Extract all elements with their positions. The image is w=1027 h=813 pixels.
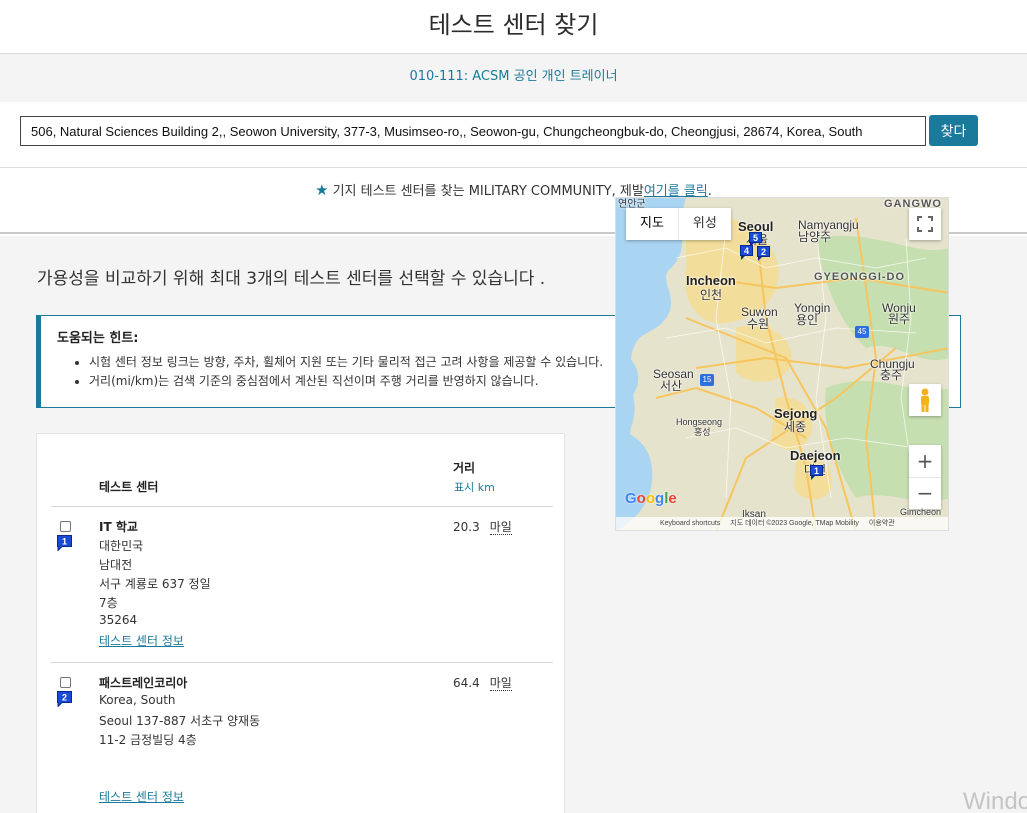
map[interactable]: 지도 위성 + − 연안군 GANGWO Seoul 서울 Namyangju … <box>615 197 949 531</box>
search-row: 찾다 <box>0 102 1027 168</box>
results-table: 테스트 센터 거리 표시 km 1 IT 학교 대한민국 남대전 서구 계룡로 … <box>36 433 565 813</box>
map-label: 인천 <box>700 288 723 302</box>
svg-text:2: 2 <box>62 693 67 703</box>
map-label: 세종 <box>784 420 807 434</box>
map-marker-4[interactable]: 4 <box>740 245 753 260</box>
address-line: Korea, South <box>99 693 176 707</box>
select-checkbox[interactable] <box>60 677 71 688</box>
intro-text: 가용성을 비교하기 위해 최대 3개의 테스트 센터를 선택할 수 있습니다 . <box>37 269 546 289</box>
distance: 64.4 마일 <box>453 674 512 691</box>
result-row-2: 2 패스트레인코리아 Korea, South Seoul 137-887 서초… <box>37 662 566 813</box>
map-pin-2-icon: 2 <box>57 691 72 707</box>
zoom-in-button[interactable]: + <box>909 445 941 477</box>
map-label: 홍성 <box>694 427 711 437</box>
map-label: 남양주 <box>798 230 832 244</box>
map-label: GYEONGGI-DO <box>814 271 906 283</box>
address-line: Seoul 137-887 서초구 양재동 <box>99 714 261 728</box>
address-search-input[interactable] <box>20 116 926 146</box>
keyboard-shortcuts-link[interactable]: Keyboard shortcuts <box>660 520 720 527</box>
map-label: GANGWO <box>884 198 942 210</box>
windows-watermark: Windo <box>963 788 1027 813</box>
map-attribution: Keyboard shortcuts 지도 데이터 ©2023 Google, … <box>616 517 948 530</box>
distance-value: 20.3 <box>453 520 480 534</box>
map-label: Daejeon <box>790 448 841 463</box>
center-name: 패스트레인코리아 <box>99 676 188 690</box>
google-logo: Google <box>625 490 677 507</box>
military-text: 기지 테스트 센터를 찾는 MILITARY COMMUNITY, 제발 <box>332 184 644 199</box>
zoom-control: + − <box>909 445 941 509</box>
address-line: 남대전 <box>99 558 133 572</box>
map-label: Incheon <box>686 273 736 288</box>
exam-name: 010-111: ACSM 공인 개인 트레이너 <box>0 54 1027 102</box>
map-marker-2[interactable]: 2 <box>757 246 770 261</box>
distance-unit: 마일 <box>489 676 512 691</box>
column-header-distance: 거리 <box>453 461 476 475</box>
select-checkbox[interactable] <box>60 521 71 532</box>
map-label: 연안군 <box>618 199 646 210</box>
map-label: 원주 <box>888 312 911 326</box>
map-label: 용인 <box>796 313 819 327</box>
fullscreen-button[interactable] <box>909 208 941 240</box>
center-info-link[interactable]: 테스트 센터 정보 <box>99 632 184 649</box>
find-button[interactable]: 찾다 <box>929 115 978 146</box>
svg-text:1: 1 <box>62 537 67 547</box>
table-header: 테스트 센터 거리 표시 km <box>37 434 566 506</box>
column-header-center: 테스트 센터 <box>99 480 159 494</box>
map-data-text: 지도 데이터 ©2023 Google, TMap Mobility <box>730 520 859 527</box>
map-label: Sejong <box>774 406 818 421</box>
map-label: 서산 <box>660 379 683 393</box>
page-title: 테스트 센터 찾기 <box>0 0 1027 54</box>
result-row-1: 1 IT 학교 대한민국 남대전 서구 계룡로 637 정일 7층 35264 … <box>37 506 566 662</box>
address-line: 7층 <box>99 596 118 610</box>
route-shield: 45 <box>855 326 869 338</box>
address-line: 35264 <box>99 613 138 627</box>
center-info-link[interactable]: 테스트 센터 정보 <box>99 788 184 805</box>
terms-link[interactable]: 이용약관 <box>869 520 895 527</box>
route-shield: 15 <box>700 374 714 386</box>
map-type-map-button[interactable]: 지도 <box>626 208 678 240</box>
map-label: 충주 <box>880 368 903 382</box>
distance-unit: 마일 <box>489 520 512 535</box>
address-line: 서구 계룡로 637 정일 <box>99 577 211 591</box>
map-type-control: 지도 위성 <box>626 208 731 240</box>
distance: 20.3 마일 <box>453 518 512 535</box>
map-pin-1-icon: 1 <box>57 535 72 551</box>
zoom-out-button[interactable]: − <box>909 477 941 509</box>
fullscreen-icon <box>917 216 933 232</box>
map-type-satellite-button[interactable]: 위성 <box>679 208 731 240</box>
map-label: 수원 <box>747 317 770 331</box>
center-name: IT 학교 <box>99 520 138 534</box>
address-line: 대한민국 <box>99 539 144 553</box>
star-icon: ★ <box>315 181 329 199</box>
street-view-button[interactable] <box>909 384 941 416</box>
address-line: 11-2 금정빌딩 4층 <box>99 733 197 747</box>
distance-value: 64.4 <box>453 676 480 690</box>
map-marker-1[interactable]: 1 <box>810 465 823 480</box>
pegman-icon <box>921 388 929 412</box>
show-km-toggle[interactable]: 표시 km <box>454 479 495 495</box>
